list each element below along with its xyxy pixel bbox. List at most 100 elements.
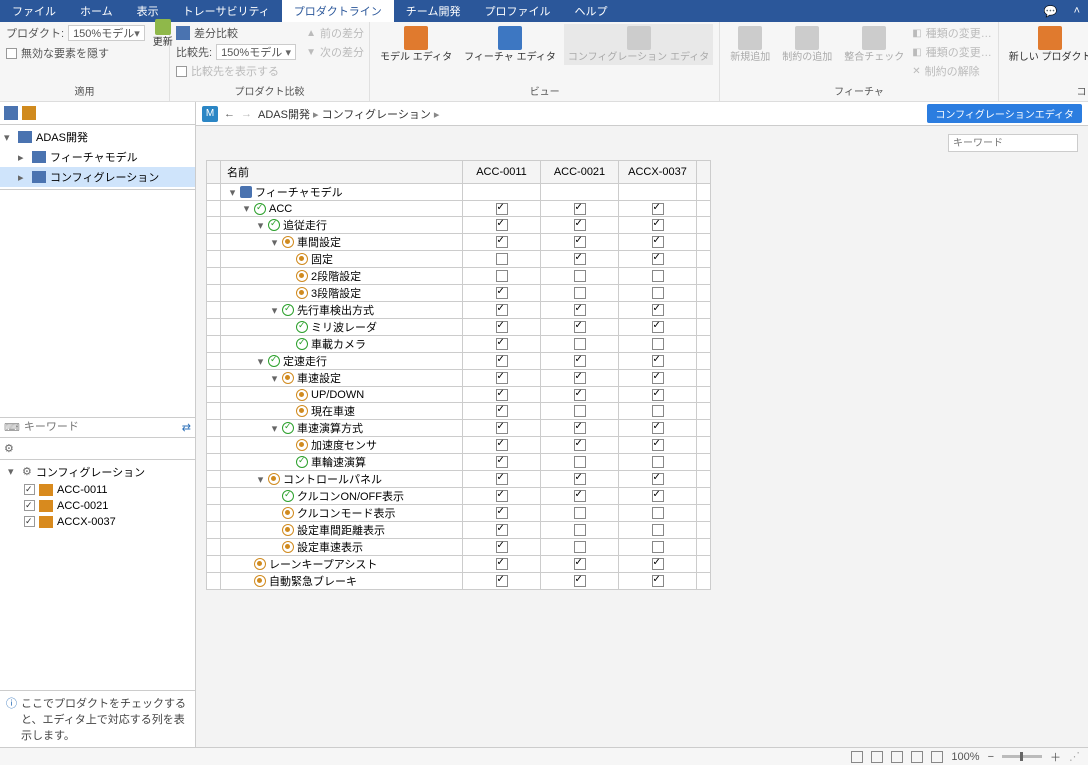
table-row[interactable]: UP/DOWN: [207, 387, 711, 403]
config-tree-item[interactable]: ACC-0021: [4, 498, 191, 514]
checkbox[interactable]: [574, 558, 586, 570]
table-row[interactable]: 固定: [207, 251, 711, 268]
checkbox[interactable]: [652, 338, 664, 350]
checkbox[interactable]: [574, 338, 586, 350]
checkbox[interactable]: [496, 321, 508, 333]
checkbox[interactable]: [652, 287, 664, 299]
layout-icon-4[interactable]: [911, 751, 923, 763]
checkbox[interactable]: [574, 541, 586, 553]
new-product-button[interactable]: 新しい プロダクト: [1005, 24, 1088, 65]
checkbox[interactable]: [574, 304, 586, 316]
expand-caret[interactable]: ▾: [270, 422, 279, 435]
cell[interactable]: [619, 454, 697, 471]
cell[interactable]: [619, 251, 697, 268]
checkbox[interactable]: [496, 456, 508, 468]
checkbox[interactable]: [652, 203, 664, 215]
table-row[interactable]: 自動緊急ブレーキ: [207, 573, 711, 590]
checkbox[interactable]: [496, 203, 508, 215]
checkbox[interactable]: [574, 287, 586, 299]
checkbox[interactable]: [496, 253, 508, 265]
expand-caret[interactable]: ▾: [256, 355, 265, 368]
cell[interactable]: [619, 336, 697, 353]
checkbox[interactable]: [574, 270, 586, 282]
cell[interactable]: [463, 420, 541, 437]
table-row[interactable]: 設定車速表示: [207, 539, 711, 556]
checkbox[interactable]: [574, 490, 586, 502]
checkbox[interactable]: [496, 389, 508, 401]
cell[interactable]: [463, 403, 541, 420]
feature-editor-button[interactable]: フィーチャ エディタ: [460, 24, 560, 65]
checkbox[interactable]: [652, 473, 664, 485]
table-row[interactable]: 2段階設定: [207, 268, 711, 285]
checkbox[interactable]: [652, 575, 664, 587]
checkbox[interactable]: [496, 355, 508, 367]
layout-icon-5[interactable]: [931, 751, 943, 763]
cell[interactable]: [619, 539, 697, 556]
cell[interactable]: [463, 251, 541, 268]
cell[interactable]: [463, 522, 541, 539]
checkbox[interactable]: [652, 389, 664, 401]
checkbox[interactable]: [496, 541, 508, 553]
cell[interactable]: [619, 234, 697, 251]
checkbox[interactable]: [496, 422, 508, 434]
table-row[interactable]: ▾車速設定: [207, 370, 711, 387]
cell[interactable]: [541, 268, 619, 285]
remove-constraint-button[interactable]: ✕ 制約の解除: [912, 62, 991, 80]
tab-1[interactable]: ホーム: [68, 0, 125, 22]
consistency-button[interactable]: 整合チェック: [840, 24, 908, 65]
config-item-checkbox[interactable]: [24, 516, 35, 527]
expand-caret[interactable]: ▾: [270, 372, 279, 385]
checkbox[interactable]: [574, 422, 586, 434]
checkbox[interactable]: [652, 321, 664, 333]
diff-compare-label[interactable]: 差分比較: [194, 25, 238, 41]
checkbox[interactable]: [574, 253, 586, 265]
table-row[interactable]: 車載カメラ: [207, 336, 711, 353]
table-row[interactable]: ▾車間設定: [207, 234, 711, 251]
filter-toggle-icon[interactable]: ⇄: [182, 421, 191, 434]
table-row[interactable]: ▾車速演算方式: [207, 420, 711, 437]
resize-grip-icon[interactable]: ⋰: [1069, 750, 1080, 763]
cell[interactable]: [463, 268, 541, 285]
checkbox[interactable]: [496, 287, 508, 299]
cell[interactable]: [619, 353, 697, 370]
cell[interactable]: [541, 201, 619, 217]
table-row[interactable]: 3段階設定: [207, 285, 711, 302]
table-row[interactable]: クルコンモード表示: [207, 505, 711, 522]
table-row[interactable]: 現在車速: [207, 403, 711, 420]
cell[interactable]: [541, 471, 619, 488]
checkbox[interactable]: [652, 422, 664, 434]
nav-back-icon[interactable]: ←: [224, 108, 235, 120]
table-row[interactable]: ▾追従走行: [207, 217, 711, 234]
checkbox[interactable]: [496, 270, 508, 282]
cell[interactable]: [619, 302, 697, 319]
cell[interactable]: [541, 522, 619, 539]
expand-caret[interactable]: ▾: [270, 304, 279, 317]
cell[interactable]: [463, 201, 541, 217]
checkbox[interactable]: [652, 439, 664, 451]
cell[interactable]: [541, 336, 619, 353]
column-header[interactable]: ACC-0021: [541, 161, 619, 184]
cell[interactable]: [463, 471, 541, 488]
checkbox[interactable]: [652, 405, 664, 417]
checkbox[interactable]: [496, 575, 508, 587]
checkbox[interactable]: [496, 507, 508, 519]
checkbox[interactable]: [574, 355, 586, 367]
zoom-out-icon[interactable]: −: [988, 751, 994, 763]
cell[interactable]: [463, 505, 541, 522]
tab-0[interactable]: ファイル: [0, 0, 68, 22]
cell[interactable]: [463, 387, 541, 403]
add-new-button[interactable]: 新規追加: [726, 24, 774, 65]
cell[interactable]: [541, 437, 619, 454]
cell[interactable]: [619, 573, 697, 590]
checkbox[interactable]: [652, 507, 664, 519]
nav-fwd-icon[interactable]: →: [241, 108, 252, 120]
checkbox[interactable]: [574, 524, 586, 536]
gear-icon[interactable]: ⚙: [4, 443, 14, 455]
cell[interactable]: [541, 539, 619, 556]
layout-icon-2[interactable]: [871, 751, 883, 763]
show-target-checkbox[interactable]: [176, 66, 187, 77]
cell[interactable]: [619, 370, 697, 387]
cell[interactable]: [541, 217, 619, 234]
cell[interactable]: [619, 201, 697, 217]
checkbox[interactable]: [574, 507, 586, 519]
